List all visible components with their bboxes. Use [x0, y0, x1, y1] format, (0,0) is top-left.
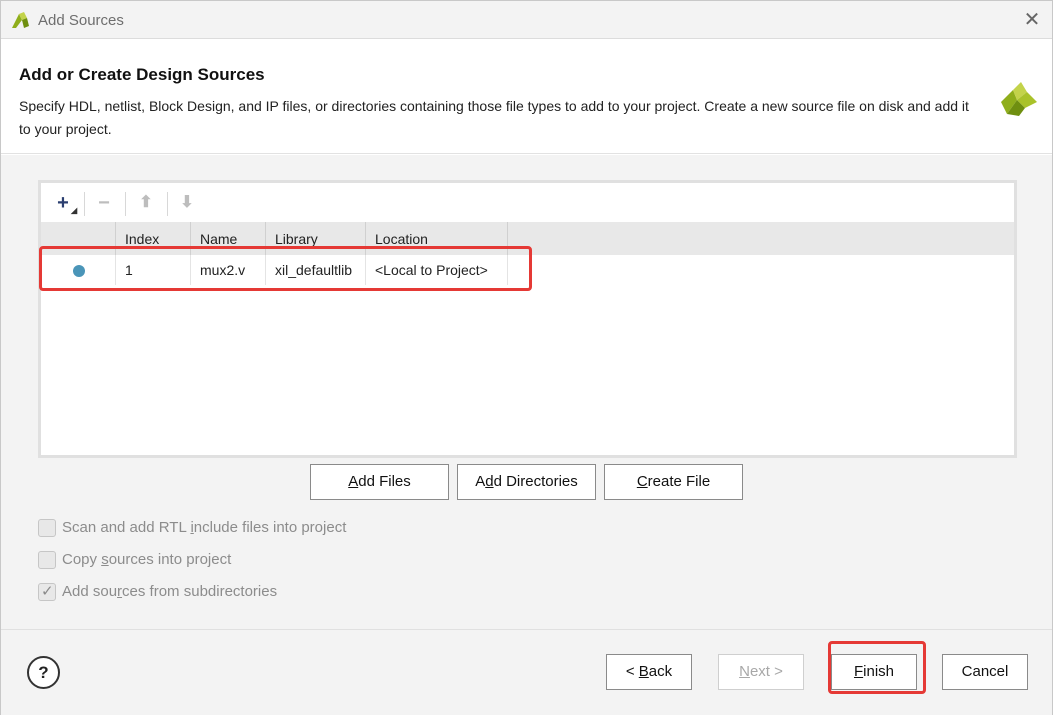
vivado-logo-icon: [12, 12, 29, 28]
back-key: B: [638, 663, 649, 680]
next-key: N: [739, 663, 750, 680]
row-index: 1: [116, 255, 191, 285]
row-location: <Local to Project>: [366, 255, 508, 285]
dialog-footer: ? < Back Next > Finish Cancel: [1, 629, 1052, 715]
status-dot-icon: [73, 265, 85, 277]
next-post: ext >: [749, 663, 783, 680]
add-files-post: dd Files: [358, 473, 411, 490]
copy-sources-checkbox[interactable]: [38, 551, 56, 569]
toolbar-separator: [84, 192, 85, 216]
help-button[interactable]: ?: [27, 656, 60, 689]
scan-rtl-include-label: Scan and add RTL include files into proj…: [62, 519, 346, 536]
vivado-logo-icon: [1001, 82, 1037, 116]
add-directories-pre: A: [475, 473, 486, 490]
option-1-key: s: [101, 551, 109, 568]
column-header-library[interactable]: Library: [266, 222, 366, 255]
arrow-down-icon[interactable]: ⬇: [173, 189, 201, 217]
table-toolbar: + ◢ − ⬆ ⬇: [41, 183, 1014, 222]
toolbar-separator: [167, 192, 168, 216]
scan-rtl-include-checkbox[interactable]: [38, 519, 56, 537]
create-file-button[interactable]: Create File: [604, 464, 743, 500]
add-directories-key: d: [485, 473, 494, 490]
scan-rtl-include-option[interactable]: Scan and add RTL include files into proj…: [38, 519, 368, 539]
copy-sources-label: Copy sources into project: [62, 551, 231, 568]
table-row[interactable]: 1 mux2.v xil_defaultlib <Local to Projec…: [41, 255, 1014, 285]
copy-sources-option[interactable]: Copy sources into project: [38, 551, 368, 571]
column-header-status[interactable]: [41, 222, 116, 255]
add-directories-button[interactable]: Add Directories: [457, 464, 596, 500]
cancel-button[interactable]: Cancel: [942, 654, 1028, 690]
add-sources-dialog: Add Sources ✕ Add or Create Design Sourc…: [0, 0, 1053, 715]
minus-icon[interactable]: −: [90, 189, 118, 217]
option-0-pre: Scan and add RTL: [62, 519, 191, 536]
back-post: ack: [648, 663, 673, 680]
content-area: +◢ − ⬆ ⬇ Index Name Library Location 1: [1, 155, 1052, 629]
finish-button[interactable]: Finish: [831, 654, 917, 690]
row-status-cell: [41, 255, 116, 285]
plus-icon[interactable]: + ◢: [49, 189, 77, 217]
row-name: mux2.v: [191, 255, 266, 285]
dialog-header: Add or Create Design Sources Specify HDL…: [1, 40, 1052, 154]
option-0-post: nclude files into project: [193, 519, 347, 536]
create-file-post: reate File: [647, 473, 711, 490]
page-description: Specify HDL, netlist, Block Design, and …: [19, 98, 969, 137]
option-2-post: ces from subdirectories: [122, 583, 278, 600]
window-title: Add Sources: [38, 12, 124, 29]
add-files-key: A: [348, 473, 359, 490]
sources-table-panel: +◢ − ⬆ ⬇ Index Name Library Location 1: [38, 180, 1017, 458]
page-title: Add or Create Design Sources: [19, 65, 265, 84]
next-button[interactable]: Next >: [718, 654, 804, 690]
title-bar: Add Sources ✕: [1, 1, 1052, 39]
add-subdirectories-option[interactable]: Add sources from subdirectories: [38, 582, 368, 603]
table-header: Index Name Library Location: [41, 222, 1014, 255]
column-header-name[interactable]: Name: [191, 222, 266, 255]
column-header-location[interactable]: Location: [366, 222, 508, 255]
arrow-up-icon[interactable]: ⬆: [132, 189, 160, 217]
add-subdirectories-checkbox[interactable]: [38, 582, 56, 601]
option-2-pre: Add sou: [62, 583, 118, 600]
back-button[interactable]: < Back: [606, 654, 692, 690]
finish-post: inish: [863, 663, 895, 680]
row-library: xil_defaultlib: [266, 255, 366, 285]
option-1-pre: Copy: [62, 551, 102, 568]
option-1-post: ources into project: [108, 551, 232, 568]
add-subdirectories-label: Add sources from subdirectories: [62, 583, 277, 600]
back-pre: <: [625, 663, 639, 680]
add-directories-post: d Directories: [493, 473, 578, 490]
column-header-index[interactable]: Index: [116, 222, 191, 255]
close-icon[interactable]: ✕: [1021, 9, 1043, 31]
toolbar-separator: [125, 192, 126, 216]
finish-key: F: [853, 663, 864, 680]
create-file-key: C: [636, 473, 648, 490]
add-files-button[interactable]: Add Files: [310, 464, 449, 500]
